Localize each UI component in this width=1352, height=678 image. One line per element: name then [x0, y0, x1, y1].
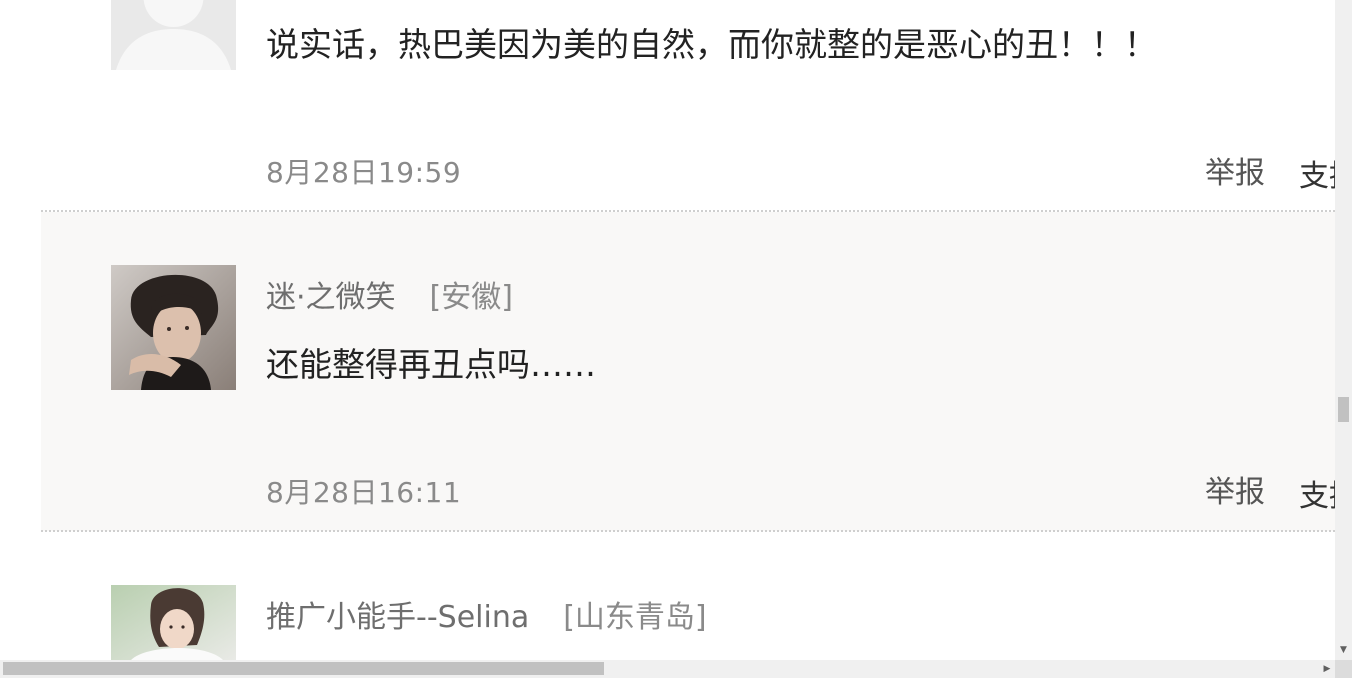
support-link[interactable]: 支持: [1299, 151, 1335, 195]
comment-item: 迷·之微笑 [安徽] 还能整得再丑点吗…… 8月28日16:11 举报 支持: [41, 212, 1335, 531]
comment-timestamp: 8月28日19:59: [266, 156, 462, 189]
username-link[interactable]: 推广小能手--Selina: [266, 600, 529, 635]
scrollbar-corner: [1335, 660, 1352, 678]
support-link[interactable]: 支持: [1299, 471, 1335, 515]
horizontal-scrollbar[interactable]: ▶: [0, 660, 1335, 678]
comment-item: 推广小能手--Selina [山东青岛]: [41, 532, 1335, 660]
user-line: 迷·之微笑 [安徽]: [266, 272, 513, 316]
comment-item: 说实话，热巴美因为美的自然，而你就整的是恶心的丑！！！ 8月28日19:59 举…: [41, 0, 1335, 211]
avatar[interactable]: [111, 265, 236, 390]
user-line: 推广小能手--Selina [山东青岛]: [266, 592, 707, 636]
user-location: [安徽]: [429, 280, 513, 315]
comments-viewport[interactable]: 说实话，热巴美因为美的自然，而你就整的是恶心的丑！！！ 8月28日19:59 举…: [0, 0, 1335, 660]
scroll-right-arrow-icon[interactable]: ▶: [1322, 663, 1332, 675]
avatar-placeholder[interactable]: [111, 0, 236, 70]
comment-timestamp: 8月28日16:11: [266, 476, 462, 509]
avatar[interactable]: [111, 585, 236, 660]
vertical-scrollbar[interactable]: ▼: [1335, 0, 1352, 660]
report-link[interactable]: 举报: [1205, 467, 1265, 511]
vertical-scroll-thumb[interactable]: [1338, 397, 1349, 422]
comment-text: 说实话，热巴美因为美的自然，而你就整的是恶心的丑！！！: [266, 25, 1157, 64]
username-link[interactable]: 迷·之微笑: [266, 280, 396, 315]
report-link[interactable]: 举报: [1205, 148, 1265, 192]
horizontal-scroll-thumb[interactable]: [3, 662, 604, 675]
scroll-down-arrow-icon[interactable]: ▼: [1338, 645, 1349, 655]
comment-text: 还能整得再丑点吗……: [266, 345, 596, 384]
user-location: [山东青岛]: [563, 600, 707, 635]
